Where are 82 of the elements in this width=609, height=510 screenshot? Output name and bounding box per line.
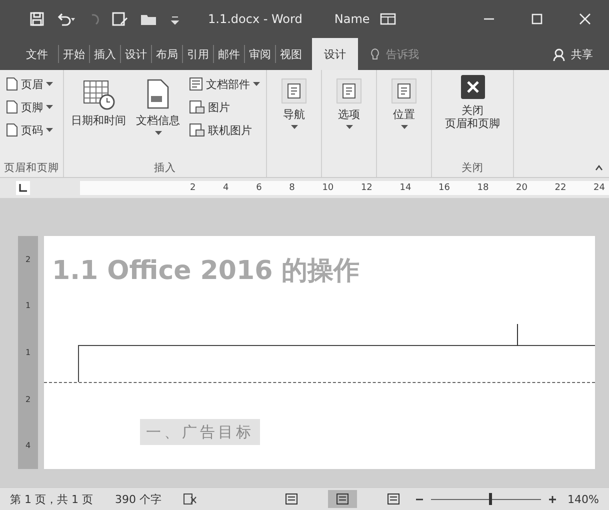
save-icon[interactable]: [30, 12, 44, 26]
ruler-number: 24: [594, 183, 605, 193]
ruler-number: 8: [289, 183, 295, 193]
ribbon-tab[interactable]: 开始: [58, 45, 89, 63]
page-icon: [6, 77, 18, 91]
document-parts-icon: [189, 77, 203, 91]
read-mode-icon: [284, 493, 298, 505]
proofing-icon[interactable]: [183, 493, 198, 505]
view-button[interactable]: [328, 490, 357, 508]
ribbon-tab[interactable]: 布局: [151, 45, 182, 63]
maximize-icon[interactable]: [531, 13, 543, 25]
document-info-icon: [145, 78, 171, 110]
close-icon: [460, 74, 486, 100]
ruler-number: 1: [25, 301, 31, 310]
ribbon-button[interactable]: 联机图片: [187, 120, 262, 140]
ruler-number: 1: [25, 348, 31, 357]
ruler-number: 2: [25, 394, 31, 404]
window-title: 1.1.docx - Word: [208, 12, 302, 26]
ribbon-tab[interactable]: 设计: [312, 38, 358, 70]
ruler-number: 14: [400, 183, 412, 193]
page-count[interactable]: 第 1 页，共 1 页: [10, 492, 93, 506]
person-icon: [553, 48, 567, 62]
collapse-ribbon-icon[interactable]: [595, 165, 603, 171]
faded-heading: 1.1 Office 2016 的操作: [52, 256, 360, 288]
ribbon-button[interactable]: 页脚: [4, 97, 55, 117]
list-pane-icon: [281, 78, 307, 104]
ruler-number: 4: [25, 441, 31, 450]
ruler-number: 18: [477, 183, 489, 193]
ruler-number: 20: [516, 183, 528, 193]
group-label: 插入: [154, 162, 176, 174]
ribbon-tab[interactable]: 插入: [89, 45, 120, 63]
ribbon-button[interactable]: 图片: [187, 97, 262, 117]
folder-icon[interactable]: [140, 12, 158, 26]
ruler-number: 16: [438, 183, 450, 193]
list-pane-icon: [391, 78, 417, 104]
undo-icon[interactable]: [56, 12, 76, 26]
ribbon-button[interactable]: 文档信息: [133, 74, 183, 161]
zoom-level[interactable]: 140%: [568, 492, 599, 506]
ribbon-button[interactable]: 文档部件: [187, 74, 262, 94]
calendar-clock-icon: [82, 78, 116, 110]
ribbon-tab[interactable]: 审阅: [244, 45, 275, 63]
ribbon-button[interactable]: 页码: [4, 120, 55, 140]
ruler-number: 10: [322, 183, 334, 193]
save-as-icon[interactable]: [112, 12, 128, 26]
ribbon-button[interactable]: 页眉: [4, 74, 55, 94]
picture-frame-icon: [189, 100, 205, 114]
ruler-number: 12: [360, 183, 372, 193]
ribbon-tab[interactable]: 文件: [22, 45, 58, 63]
ruler-number: 6: [256, 183, 262, 193]
ribbon-tab[interactable]: 引用: [182, 45, 213, 63]
ruler-number: 4: [223, 183, 229, 193]
user-name[interactable]: Name: [334, 12, 370, 26]
ribbon-button[interactable]: 位置: [381, 74, 427, 161]
lightbulb-icon: [370, 48, 380, 62]
ruler-number: 2: [25, 254, 31, 264]
zoom-in-button[interactable]: [548, 496, 556, 502]
ribbon-tab[interactable]: 邮件: [213, 45, 244, 63]
print-layout-icon: [336, 493, 349, 505]
group-label: 关闭: [462, 162, 484, 174]
tab-selector[interactable]: [16, 181, 30, 195]
page-icon: [6, 123, 18, 137]
ribbon-tab[interactable]: 视图: [275, 45, 306, 63]
list-pane-icon: [336, 78, 362, 104]
close-icon[interactable]: [579, 13, 591, 25]
ribbon-button[interactable]: 选项: [326, 74, 372, 161]
picture-frame-icon: [189, 123, 205, 137]
ruler-number: 2: [190, 183, 196, 193]
tab-stop-icon: [19, 184, 27, 192]
body-text: 一、广告目标: [140, 419, 260, 445]
word-count[interactable]: 390 个字: [114, 492, 162, 506]
ribbon-button[interactable]: 导航: [271, 74, 317, 161]
group-label: 页眉和页脚: [4, 162, 59, 174]
text-cursor: [517, 324, 518, 346]
ribbon-display-icon[interactable]: [380, 13, 396, 25]
ruler-number: 22: [554, 183, 566, 193]
web-layout-icon: [386, 493, 400, 505]
page-icon: [6, 100, 18, 114]
tell-me-field[interactable]: 告诉我: [370, 47, 436, 62]
ribbon-button[interactable]: 日期和时间: [68, 74, 129, 161]
ribbon-tab[interactable]: 设计: [120, 45, 151, 63]
share-button[interactable]: 共享: [547, 46, 599, 63]
ribbon-button[interactable]: 关闭 页眉和页脚: [442, 70, 503, 161]
